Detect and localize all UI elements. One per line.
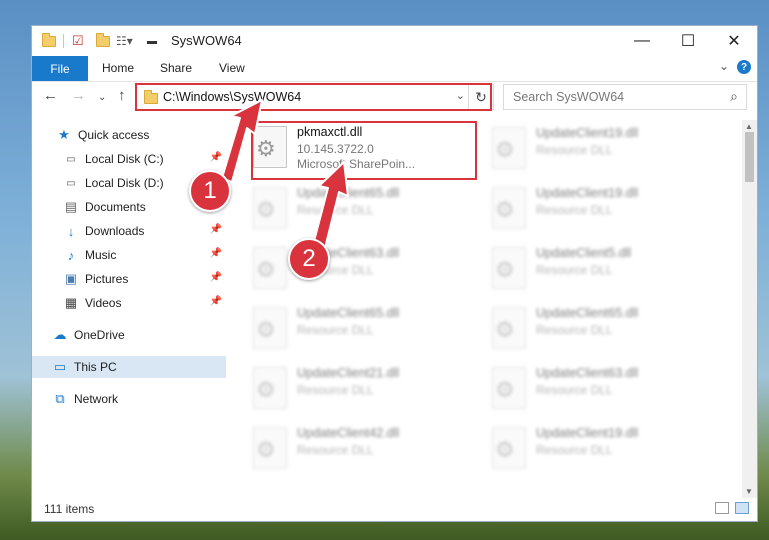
callout-badge-2: 2 (288, 238, 330, 280)
arrow-2-icon (312, 161, 349, 249)
arrow-1-icon (221, 99, 263, 183)
callout-badge-1: 1 (189, 170, 231, 212)
callout-arrows (221, 99, 349, 249)
